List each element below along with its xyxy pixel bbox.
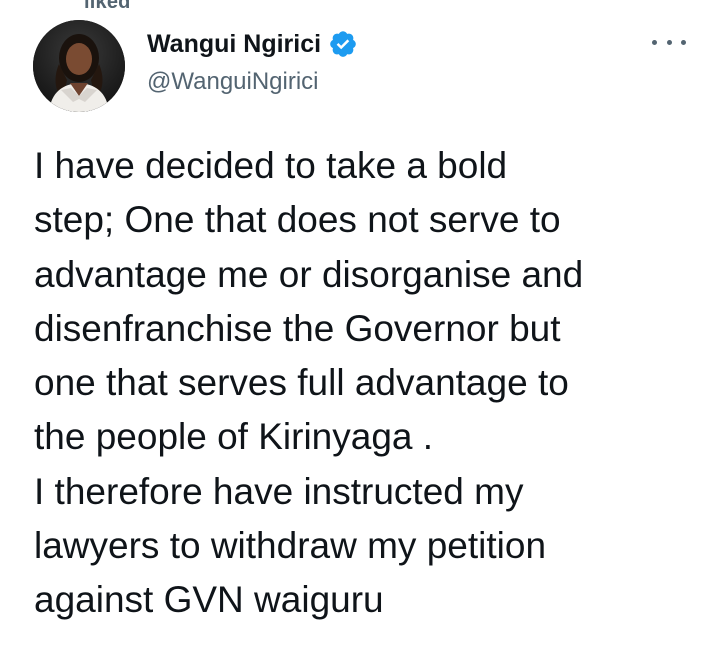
more-dot: [681, 39, 686, 45]
author-avatar[interactable]: [33, 20, 125, 112]
verified-badge-icon: [328, 29, 358, 59]
author-name-row: Wangui Ngirici: [147, 28, 358, 60]
author-handle[interactable]: @WanguiNgirici: [147, 66, 319, 98]
more-dot: [666, 39, 672, 45]
more-options-icon[interactable]: [652, 28, 686, 56]
profile-photo-avatar: [33, 20, 125, 112]
more-dot: [652, 39, 657, 45]
tweet-body-text: I have decided to take a bold step; One …: [34, 145, 584, 621]
author-display-name[interactable]: Wangui Ngirici: [147, 28, 321, 60]
tweet-card: liked Wangui Ngirici @WanguiNgirici I ha…: [0, 0, 720, 648]
social-context-label: liked: [84, 0, 131, 13]
